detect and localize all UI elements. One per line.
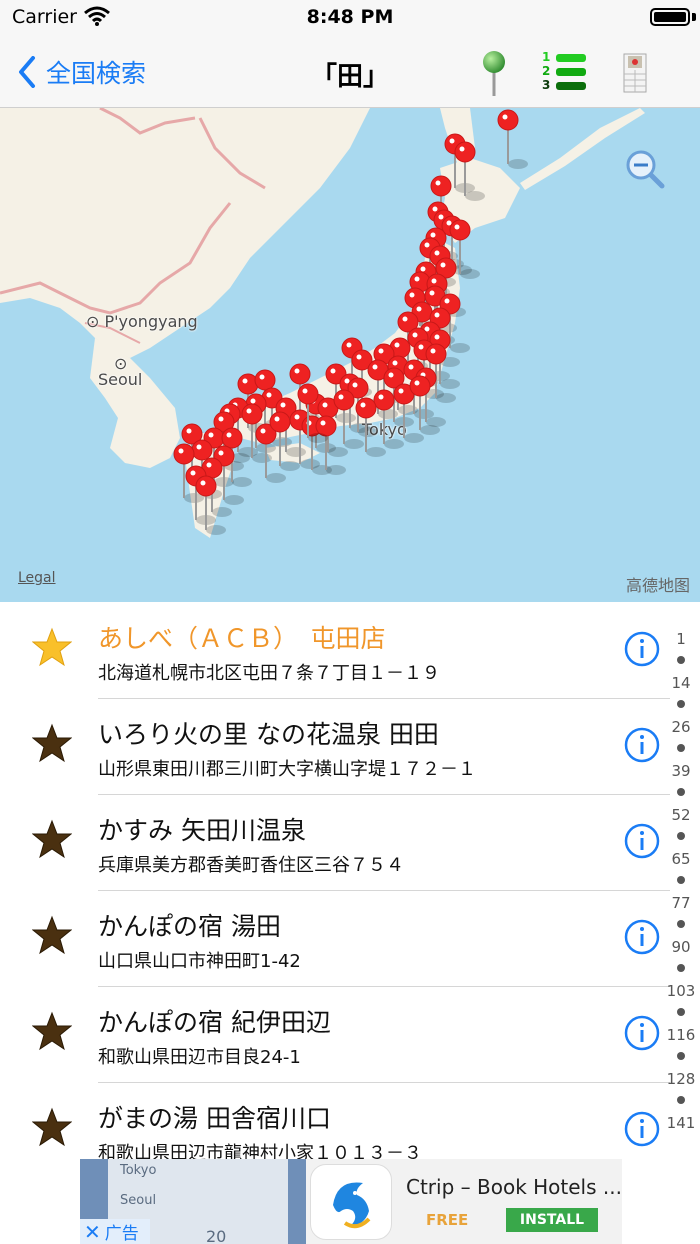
- map-view[interactable]: ⊙ P'yongyang ⊙ Seoul Tokyo Legal 高德地图: [0, 108, 700, 602]
- info-icon[interactable]: [624, 1111, 660, 1147]
- rank-digit-1: 1: [542, 50, 551, 64]
- list-item[interactable]: いろり火の里 なの花温泉 田田 山形県東田川郡三川町大字横山字堤１７２－１: [0, 699, 670, 795]
- index-entry[interactable]: 65: [662, 850, 700, 868]
- section-index-bar[interactable]: 1 14 26 39 52 65 77 90 103 116 128 141: [662, 626, 700, 1146]
- ad-banner[interactable]: Tokyo Seoul 20 ✕ 广告 Ctrip – Book Hotels …: [80, 1159, 622, 1244]
- zoom-out-button[interactable]: [624, 148, 666, 190]
- index-dot: [677, 744, 685, 752]
- item-name: かすみ 矢田川温泉: [98, 816, 306, 845]
- list-item[interactable]: かんぽの宿 紀伊田辺 和歌山県田辺市目良24-1: [0, 987, 670, 1083]
- list-item[interactable]: あしべ（ＡＣＢ） 屯田店 北海道札幌市北区屯田７条７丁目１－１９: [0, 603, 670, 699]
- info-icon[interactable]: [624, 823, 660, 859]
- favorite-star-icon[interactable]: [31, 1011, 73, 1051]
- favorite-star-icon[interactable]: [31, 723, 73, 763]
- index-dot: [677, 832, 685, 840]
- map-provider-logo: 高德地图: [625, 576, 690, 595]
- index-dot: [677, 1052, 685, 1060]
- ad-app-icon[interactable]: [310, 1164, 392, 1240]
- ad-thumb-text: Tokyo: [120, 1163, 157, 1178]
- info-icon[interactable]: [624, 727, 660, 763]
- index-entry[interactable]: 90: [662, 938, 700, 956]
- ad-install-button[interactable]: INSTALL: [506, 1208, 598, 1232]
- back-button-label: 全国検索: [46, 59, 147, 88]
- index-dot: [677, 920, 685, 928]
- index-dot: [677, 876, 685, 884]
- index-entry[interactable]: 26: [662, 718, 700, 736]
- chevron-left-icon: [19, 56, 35, 88]
- list-item[interactable]: かすみ 矢田川温泉 兵庫県美方郡香美町香住区三谷７５４: [0, 795, 670, 891]
- index-dot: [677, 1096, 685, 1104]
- index-entry[interactable]: 128: [662, 1070, 700, 1088]
- item-address: 和歌山県田辺市目良24-1: [98, 1047, 301, 1068]
- ad-title: Ctrip – Book Hotels ...: [406, 1175, 622, 1199]
- item-name: いろり火の里 なの花温泉 田田: [98, 720, 439, 749]
- rank-digit-2: 2: [542, 64, 551, 78]
- map-pin[interactable]: [497, 109, 528, 169]
- map-pins: [173, 109, 528, 535]
- rank-digit-3: 3: [542, 78, 551, 92]
- list-item[interactable]: がまの湯 田舎宿川口 和歌山県田辺市龍神村小家１０１３－３: [0, 1083, 670, 1159]
- ranking-list-button[interactable]: 1 2 3: [540, 50, 590, 96]
- ad-thumb-text: 20: [206, 1227, 227, 1244]
- item-name: かんぽの宿 紀伊田辺: [98, 1008, 331, 1037]
- info-icon[interactable]: [624, 1015, 660, 1051]
- battery-icon: [650, 8, 690, 26]
- ad-close-button[interactable]: ✕ 广告: [80, 1219, 150, 1244]
- list-item[interactable]: かんぽの宿 湯田 山口県山口市神田町1-42: [0, 891, 670, 987]
- item-address: 兵庫県美方郡香美町香住区三谷７５４: [98, 855, 404, 876]
- index-dot: [677, 788, 685, 796]
- dolphin-icon: [333, 1182, 371, 1229]
- zoom-out-icon: [626, 150, 665, 189]
- status-time: 8:48 PM: [306, 6, 394, 28]
- close-icon: ✕: [84, 1219, 101, 1244]
- status-bar: Carrier 8:48 PM: [0, 0, 700, 36]
- index-entry[interactable]: 52: [662, 806, 700, 824]
- map-pin-button[interactable]: [478, 50, 510, 100]
- results-list[interactable]: あしべ（ＡＣＢ） 屯田店 北海道札幌市北区屯田７条７丁目１－１９ いろり火の里 …: [0, 603, 670, 1159]
- favorite-star-icon[interactable]: [31, 819, 73, 859]
- index-entry[interactable]: 141: [662, 1114, 700, 1132]
- battery-tip: [692, 13, 696, 21]
- index-dot: [677, 1008, 685, 1016]
- item-address: 北海道札幌市北区屯田７条７丁目１－１９: [98, 663, 440, 684]
- index-entry[interactable]: 1: [662, 630, 700, 648]
- index-entry[interactable]: 39: [662, 762, 700, 780]
- back-button[interactable]: 全国検索: [18, 54, 146, 90]
- index-entry[interactable]: 116: [662, 1026, 700, 1044]
- ad-thumb-text: Seoul: [120, 1193, 157, 1208]
- item-name: かんぽの宿 湯田: [98, 912, 281, 941]
- spreadsheet-icon: [623, 53, 647, 93]
- spreadsheet-button[interactable]: [620, 50, 650, 96]
- item-name: がまの湯 田舎宿川口: [98, 1104, 331, 1133]
- info-icon[interactable]: [624, 919, 660, 955]
- ad-price: FREE: [426, 1211, 469, 1229]
- item-address: 山口県山口市神田町1-42: [98, 951, 301, 972]
- index-dot: [677, 656, 685, 664]
- ad-label: 广告: [104, 1224, 139, 1244]
- page-title: 「田」: [310, 62, 389, 92]
- item-address: 和歌山県田辺市龍神村小家１０１３－３: [98, 1143, 422, 1159]
- item-address: 山形県東田川郡三川町大字横山字堤１７２－１: [98, 759, 476, 780]
- info-icon[interactable]: [624, 631, 660, 667]
- green-pin-icon: [483, 51, 505, 96]
- item-name: あしべ（ＡＣＢ） 屯田店: [98, 624, 386, 653]
- index-entry[interactable]: 77: [662, 894, 700, 912]
- index-dot: [677, 700, 685, 708]
- index-dot: [677, 964, 685, 972]
- index-entry[interactable]: 14: [662, 674, 700, 692]
- favorite-star-icon[interactable]: [31, 627, 73, 667]
- map-legal-link[interactable]: Legal: [18, 570, 56, 586]
- navigation-bar: 全国検索 「田」 1 2 3: [0, 36, 700, 108]
- index-entry[interactable]: 103: [662, 982, 700, 1000]
- favorite-star-icon[interactable]: [31, 1107, 73, 1147]
- favorite-star-icon[interactable]: [31, 915, 73, 955]
